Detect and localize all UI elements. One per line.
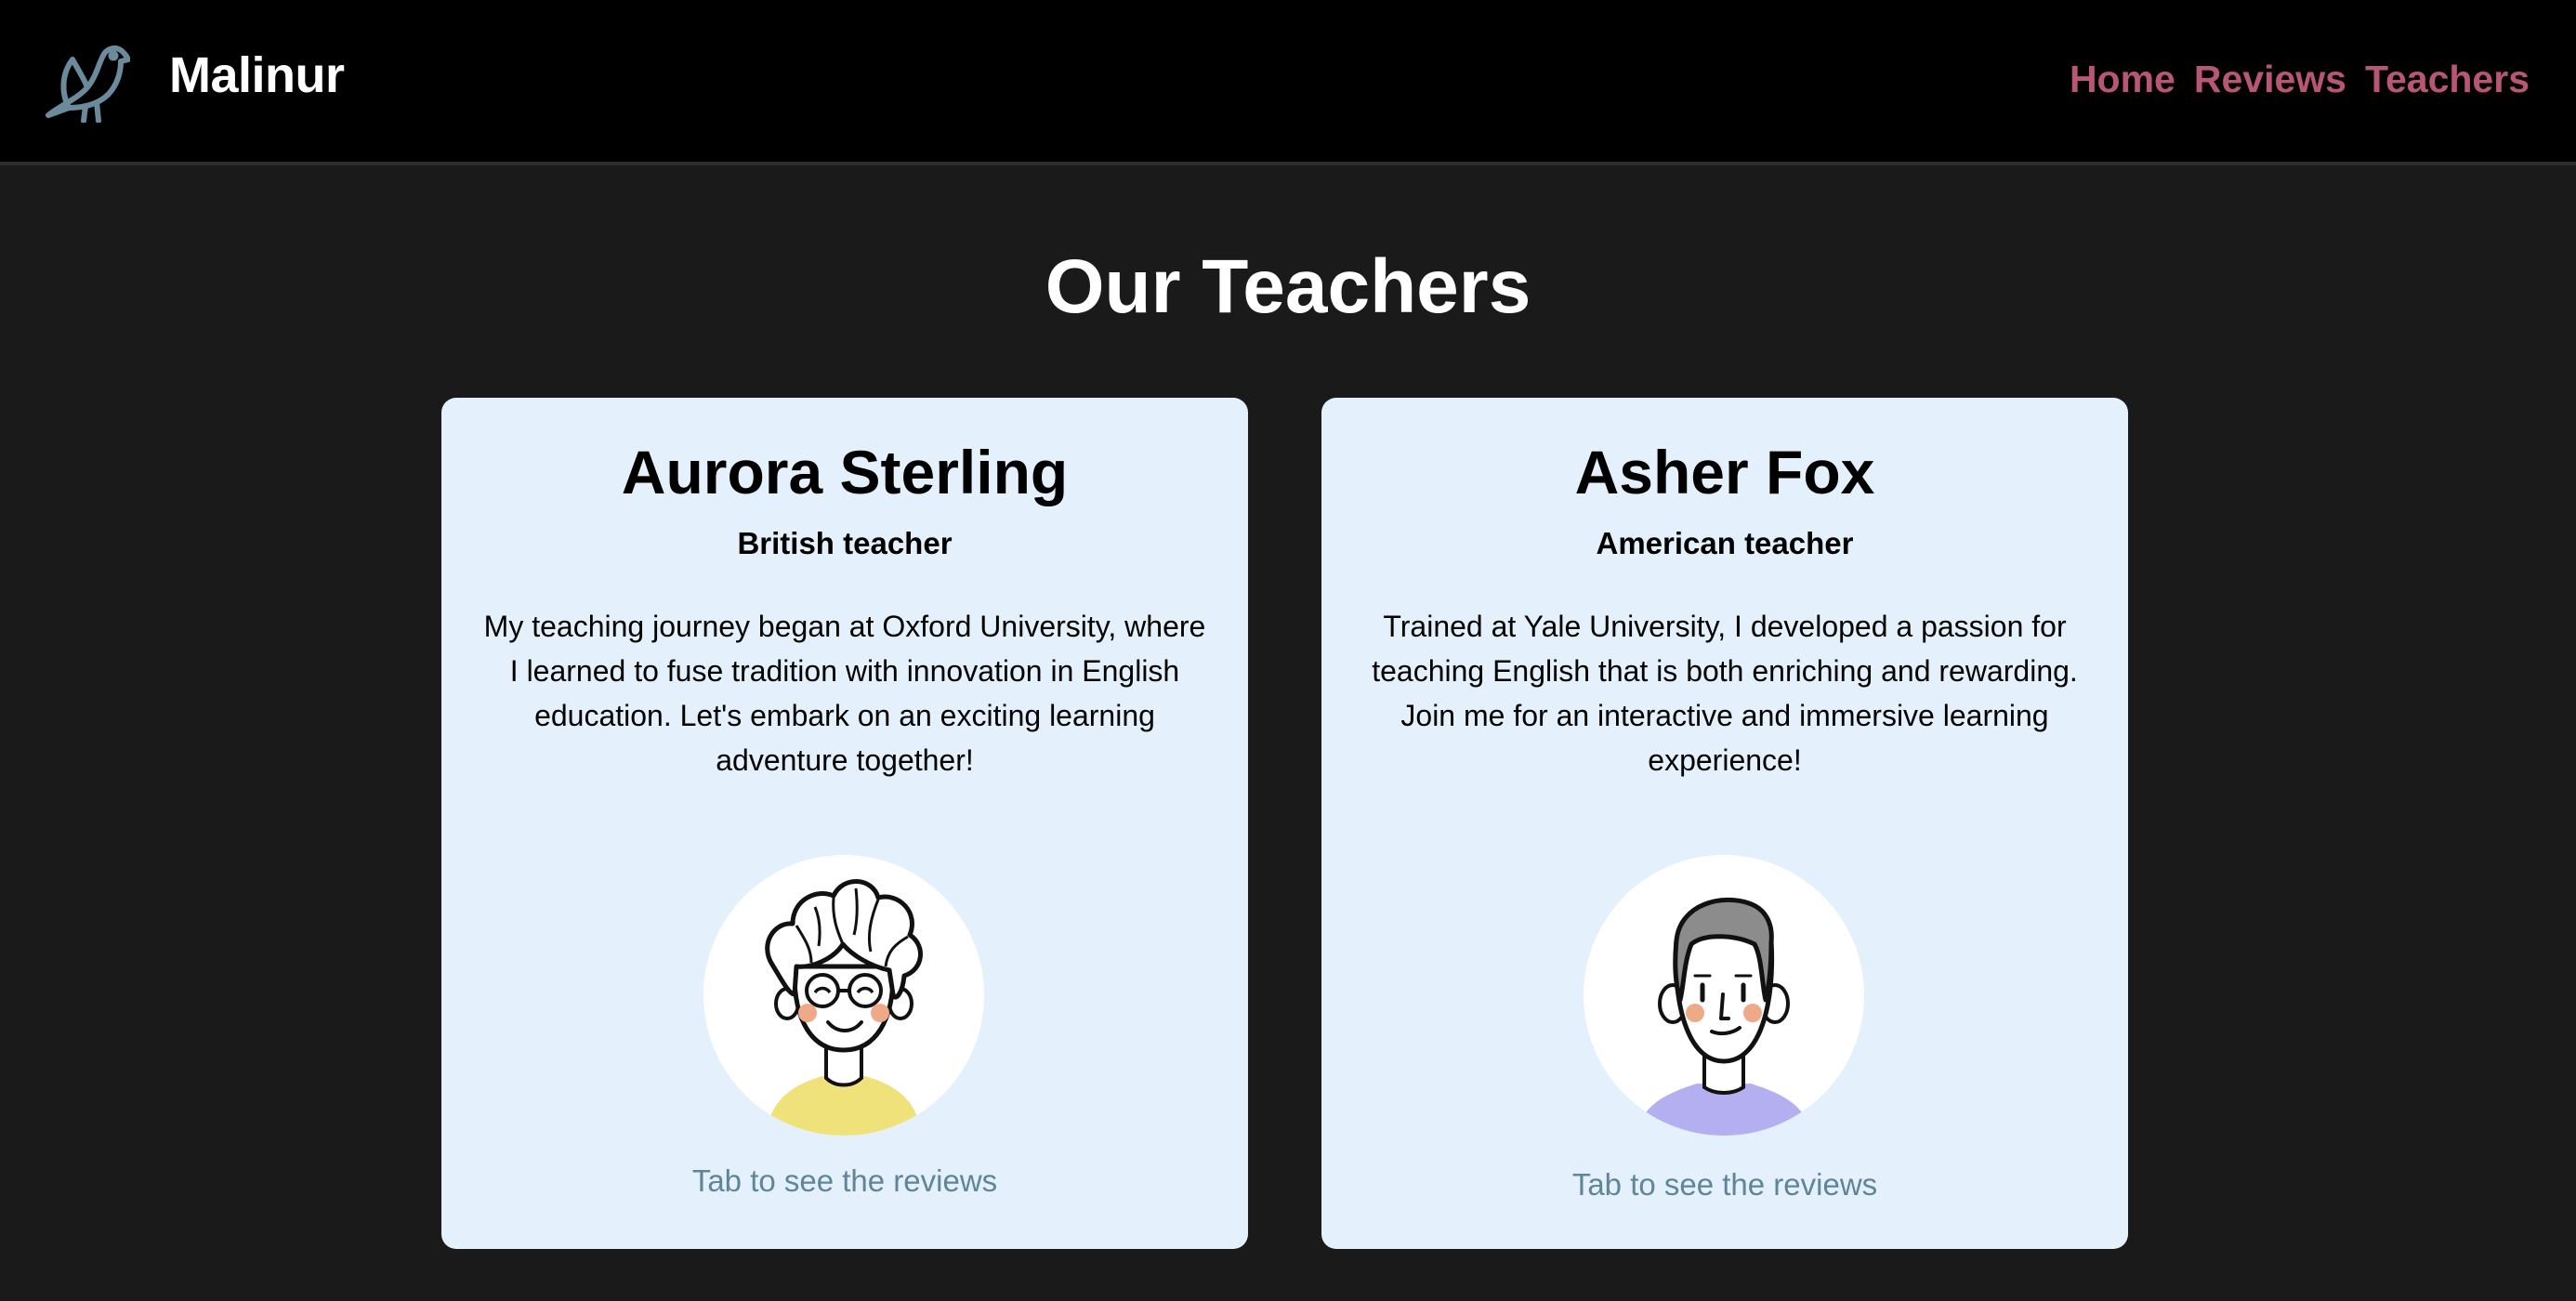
teacher-name: Aurora Sterling [621, 438, 1069, 506]
teacher-card-asher[interactable]: Asher Fox American teacher Trained at Ya… [1321, 398, 2128, 1249]
short-hair-avatar-icon [1584, 855, 1864, 1136]
teacher-bio: My teaching journey began at Oxford Univ… [483, 610, 1206, 777]
see-reviews-hint[interactable]: Tab to see the reviews [441, 1163, 1248, 1199]
nav-home-link[interactable]: Home [2070, 58, 2175, 101]
nav-teachers-link[interactable]: Teachers [2365, 58, 2530, 101]
main-nav: Home Reviews Teachers [2070, 58, 2530, 101]
nav-reviews-link[interactable]: Reviews [2194, 58, 2346, 101]
teacher-role: British teacher [737, 526, 953, 560]
page-title: Our Teachers [1045, 244, 1531, 329]
teacher-role: American teacher [1596, 526, 1854, 560]
curly-hair-glasses-avatar-icon [703, 855, 984, 1136]
bird-icon[interactable] [41, 41, 131, 124]
brand-name[interactable]: Malinur [169, 46, 345, 104]
site-header: Malinur Home Reviews Teachers [0, 0, 2576, 165]
teacher-card-aurora[interactable]: Aurora Sterling British teacher My teach… [441, 398, 1248, 1249]
see-reviews-hint[interactable]: Tab to see the reviews [1321, 1167, 2128, 1202]
teacher-name: Asher Fox [1574, 438, 1875, 506]
teacher-bio: Trained at Yale University, I developed … [1372, 610, 2078, 777]
